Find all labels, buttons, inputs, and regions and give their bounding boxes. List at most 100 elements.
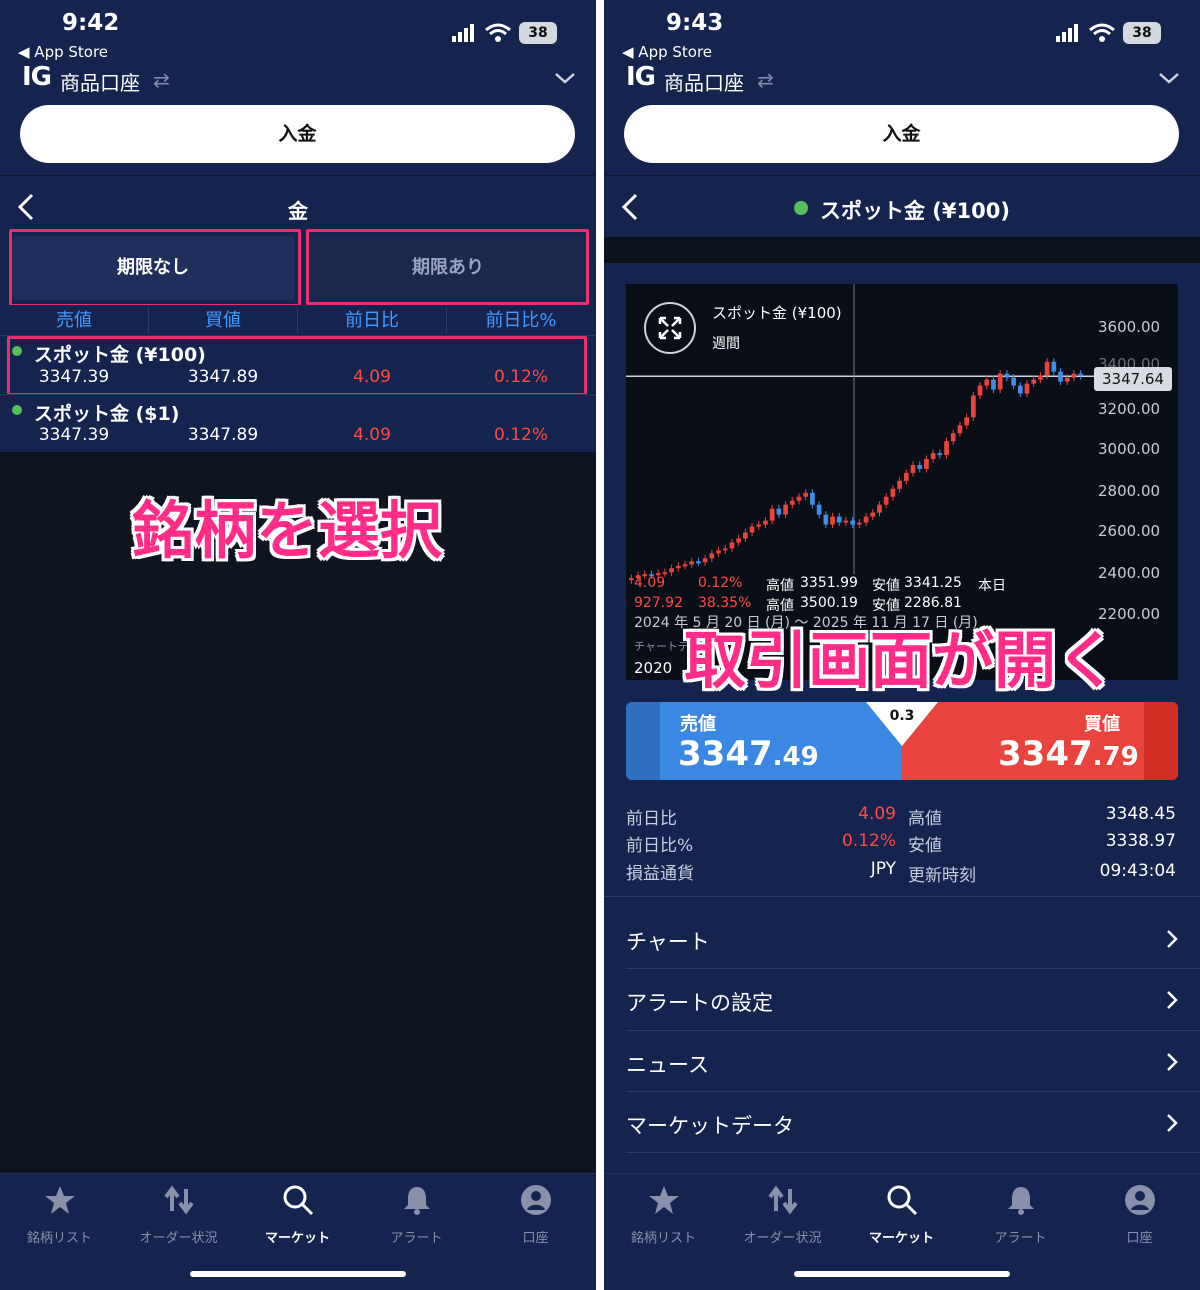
stat-low-label: 安値	[872, 578, 900, 594]
menu-chart[interactable]: チャート	[626, 926, 710, 956]
home-indicator	[190, 1271, 406, 1277]
candle-body	[1071, 373, 1077, 378]
stat-high-range: 3500.19	[800, 595, 858, 611]
chevron-right-icon[interactable]	[1164, 1051, 1180, 1073]
chevron-down-icon[interactable]	[553, 66, 577, 90]
chevron-right-icon[interactable]	[1164, 989, 1180, 1011]
bell-icon	[403, 1187, 430, 1215]
y-tick: 2800.00	[1098, 482, 1161, 500]
tab-alerts[interactable]: アラート	[961, 1183, 1080, 1246]
ask-value: 3347.89	[187, 425, 259, 445]
chevron-down-icon[interactable]	[1157, 66, 1181, 90]
back-arrow-icon[interactable]	[618, 192, 642, 222]
tab-watchlist[interactable]: 銘柄リスト	[604, 1183, 723, 1246]
col-ask: 買値	[205, 310, 241, 331]
tab-market[interactable]: マーケット	[842, 1183, 961, 1246]
candle-body	[1017, 385, 1023, 394]
candle-body	[810, 492, 815, 505]
candle-body	[937, 453, 943, 456]
tab-alerts[interactable]: アラート	[357, 1183, 476, 1246]
menu-market-data[interactable]: マーケットデータ	[626, 1110, 794, 1140]
deposit-button[interactable]: 入金	[624, 105, 1179, 163]
detail-label: 更新時刻	[908, 866, 976, 886]
highlight-box-row	[7, 336, 587, 396]
chevron-right-icon[interactable]	[1164, 1112, 1180, 1134]
candle-body	[863, 516, 869, 523]
back-to-app-store[interactable]: ◀ App Store	[18, 43, 108, 61]
candle-body	[991, 379, 996, 390]
detail-label: 安値	[908, 836, 942, 856]
candle-body	[629, 578, 634, 581]
candle-body	[816, 504, 822, 515]
star-icon	[44, 1186, 75, 1214]
market-name[interactable]: スポット金 ($1)	[34, 399, 179, 426]
candle-body	[950, 433, 956, 442]
candle-body	[823, 514, 829, 525]
candle-body	[890, 488, 896, 497]
account-name[interactable]: 商品口座	[664, 67, 744, 96]
chart-period[interactable]: 週間	[712, 333, 740, 353]
tab-watchlist[interactable]: 銘柄リスト	[0, 1183, 119, 1246]
candle-body	[843, 520, 849, 523]
stat-change-range: 927.92	[634, 595, 683, 611]
candle-body	[662, 572, 668, 575]
annotation-select-symbol: 銘柄を選択	[132, 494, 443, 567]
change-value: 4.09	[353, 425, 391, 445]
status-time: 9:42	[62, 10, 120, 36]
detail-label: 損益通貨	[626, 864, 694, 884]
sell-button-edge	[626, 702, 660, 780]
divider	[626, 1030, 1200, 1031]
tab-account[interactable]: 口座	[1080, 1183, 1199, 1246]
detail-label: 前日比%	[626, 836, 694, 856]
separator-band	[604, 237, 1200, 263]
candle-body	[897, 480, 902, 489]
y-tick: 3000.00	[1098, 440, 1161, 458]
candle-body	[1038, 375, 1043, 380]
candle-body	[729, 542, 735, 549]
candle-body	[669, 568, 674, 573]
candle-body	[830, 516, 835, 525]
detail-value: 3338.97	[1105, 831, 1176, 851]
candle-body	[964, 417, 969, 426]
candle-body	[1004, 373, 1010, 378]
candle-body	[736, 538, 741, 543]
y-tick: 3200.00	[1098, 400, 1161, 418]
swap-icon[interactable]: ⇄	[757, 68, 774, 92]
menu-alert-settings[interactable]: アラートの設定	[626, 987, 773, 1017]
candle-body	[910, 465, 916, 473]
y-tick: 3600.00	[1098, 318, 1161, 336]
tab-orders[interactable]: オーダー状況	[119, 1183, 238, 1246]
stat-low-range: 2286.81	[904, 595, 962, 611]
back-to-app-store[interactable]: ◀ App Store	[622, 43, 712, 61]
y-tick: 2400.00	[1098, 564, 1161, 582]
account-name[interactable]: 商品口座	[60, 67, 140, 96]
deposit-button[interactable]: 入金	[20, 105, 575, 163]
candle-body	[722, 548, 728, 551]
account-icon	[520, 1185, 551, 1215]
expand-icon[interactable]	[644, 302, 696, 354]
candle-body	[682, 564, 688, 567]
swap-icon[interactable]: ⇄	[153, 68, 170, 92]
tab-account[interactable]: 口座	[476, 1183, 595, 1246]
candle-body	[1011, 377, 1016, 386]
arrows-icon	[767, 1185, 798, 1215]
candle-body	[776, 508, 782, 515]
candle-body	[997, 373, 1003, 390]
highlight-box-tab2	[306, 229, 589, 305]
menu-news[interactable]: ニュース	[626, 1049, 709, 1079]
candle-body	[803, 492, 809, 497]
candle-body	[924, 459, 929, 469]
chevron-right-icon[interactable]	[1164, 928, 1180, 950]
candle-body	[1078, 373, 1083, 377]
ig-logo: IG	[626, 62, 656, 92]
tab-market[interactable]: マーケット	[238, 1183, 357, 1246]
star-icon	[648, 1186, 679, 1214]
candle-body	[709, 553, 715, 559]
stat-change-pct: 0.12%	[698, 575, 743, 591]
right-screen: 9:43 ◀ App Store 38 IG 商品口座 ⇄ 入金 スポット金 (…	[604, 0, 1200, 1290]
candle-body	[1058, 371, 1063, 382]
account-icon	[1124, 1185, 1155, 1215]
tab-orders[interactable]: オーダー状況	[723, 1183, 842, 1246]
candle-body	[1051, 361, 1057, 372]
buy-button-edge	[1144, 702, 1178, 780]
